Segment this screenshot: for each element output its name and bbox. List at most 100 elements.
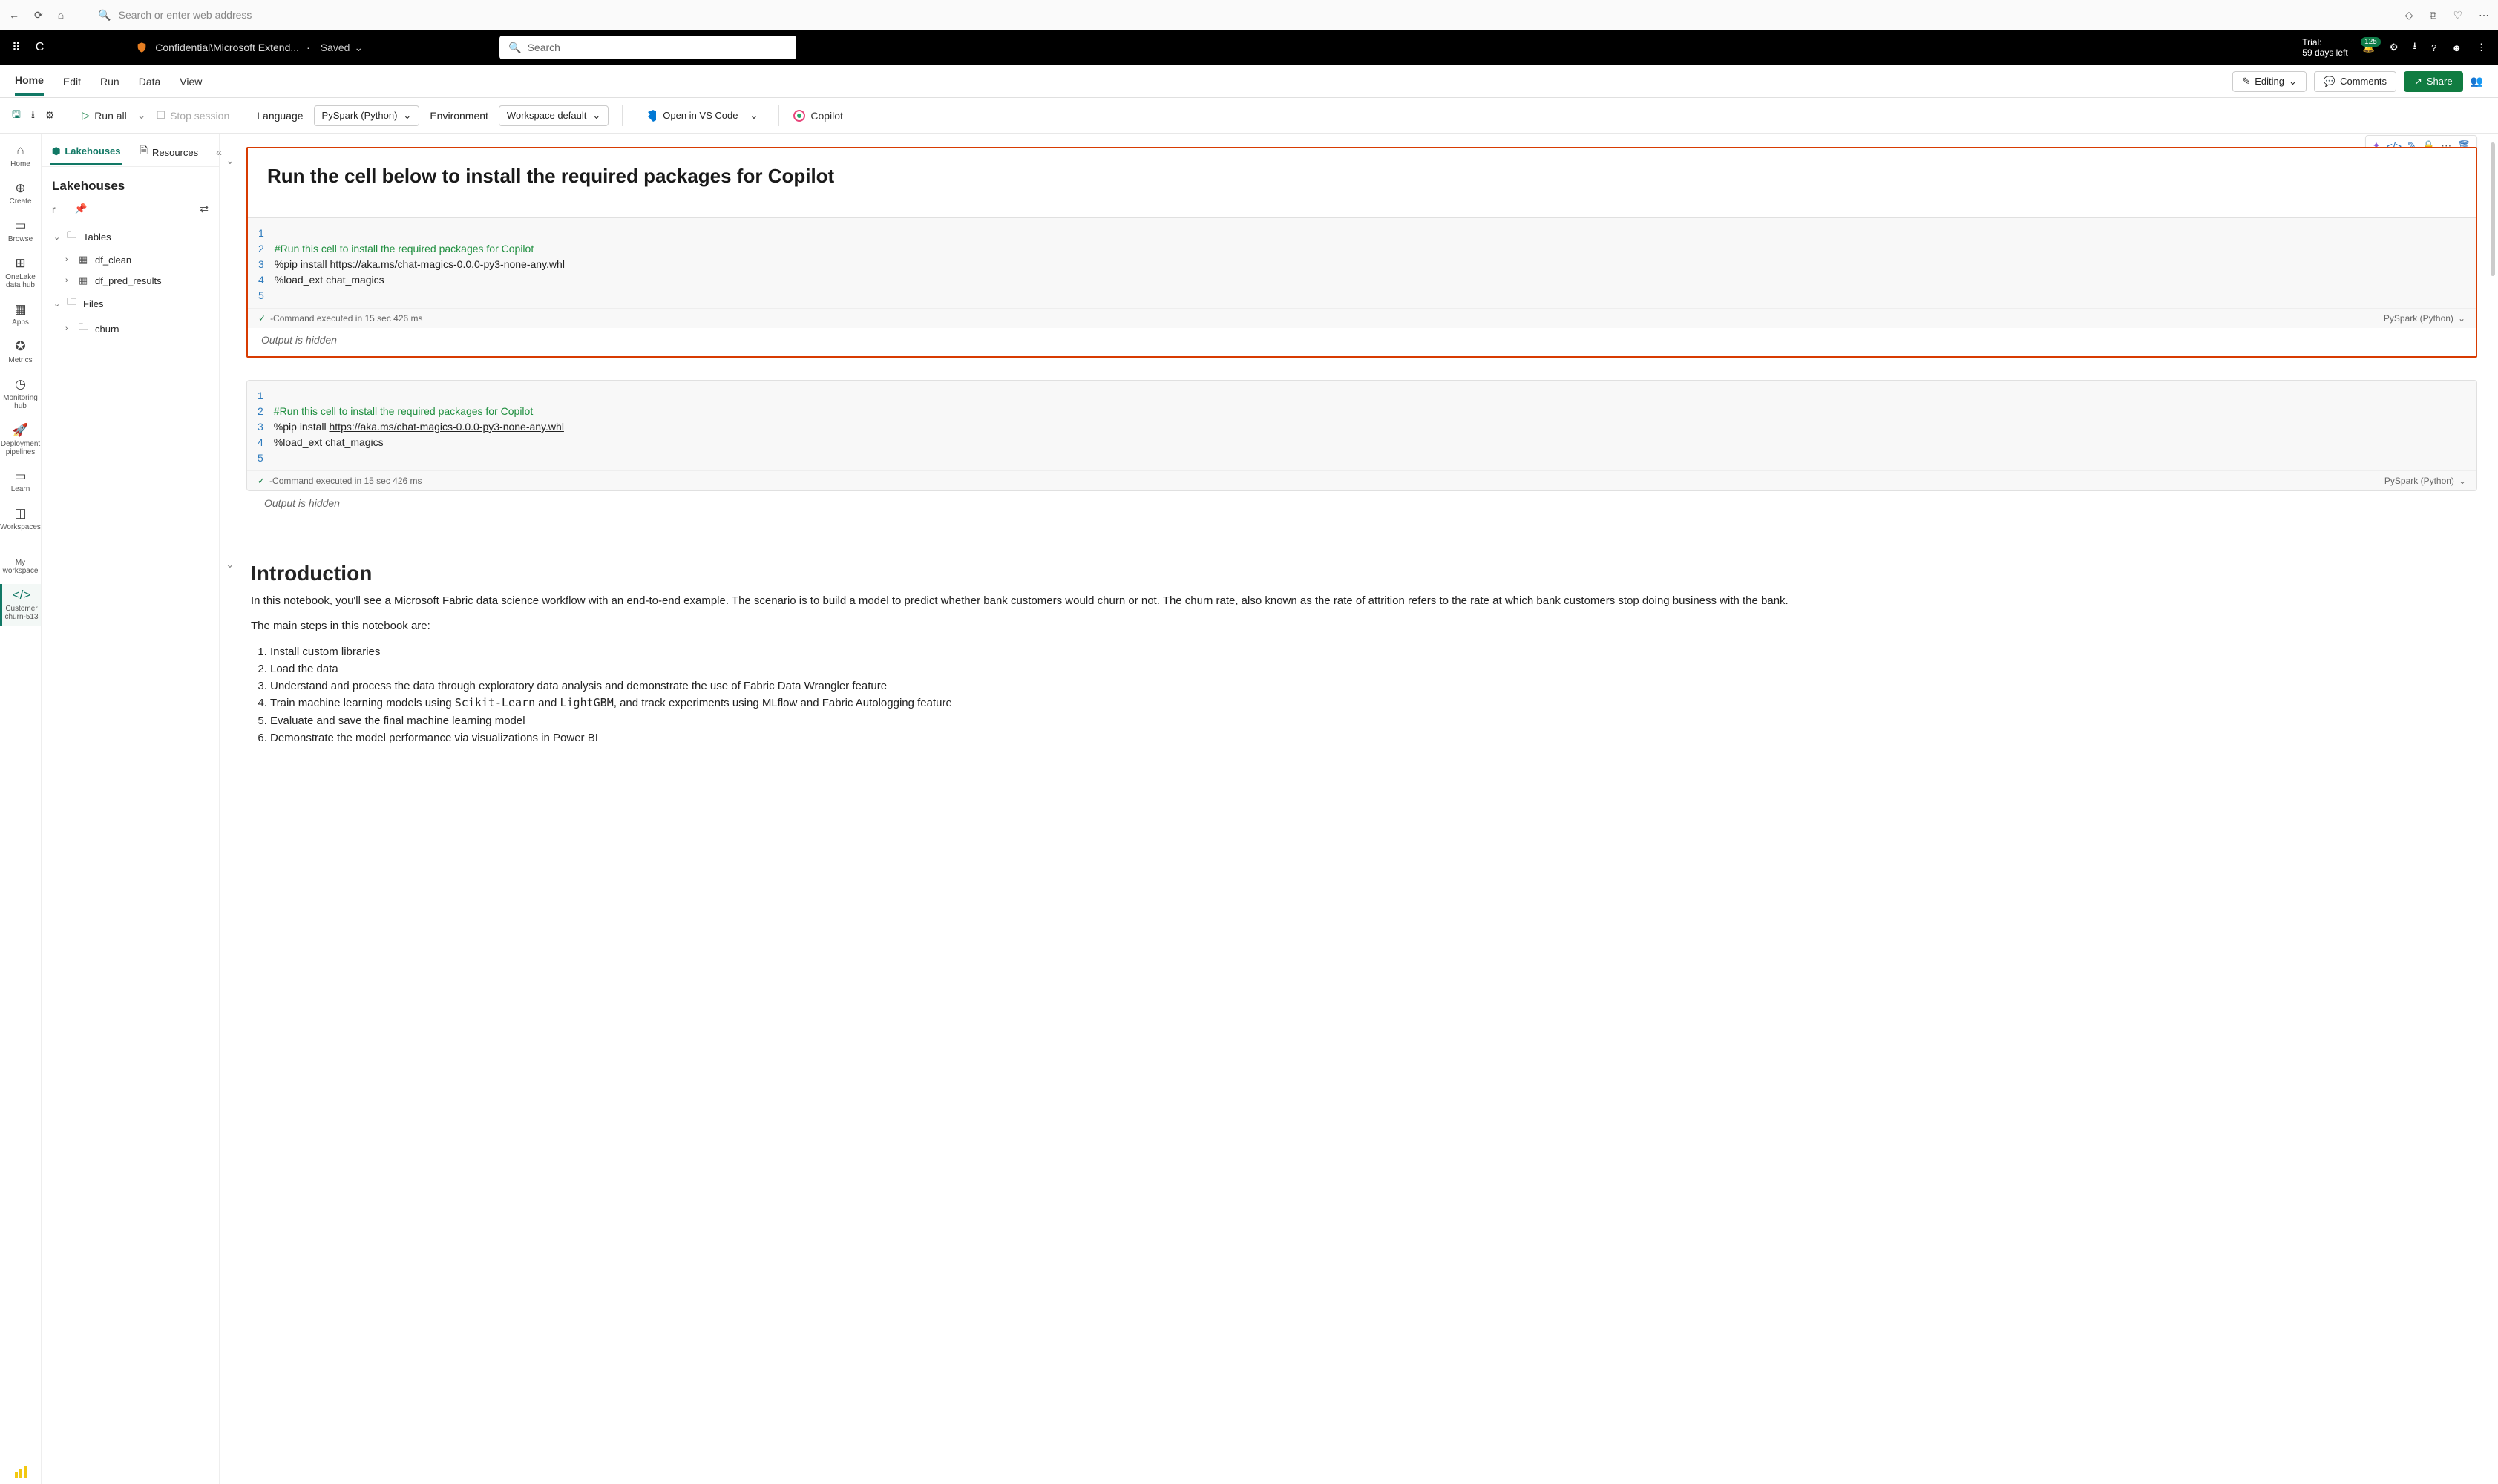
tab-view[interactable]: View: [180, 68, 202, 95]
back-icon[interactable]: ←: [9, 9, 19, 21]
open-vscode-button[interactable]: Open in VS Code ⌄: [636, 105, 765, 126]
chevron-down-icon: ⌄: [592, 110, 600, 122]
split-icon[interactable]: ⧉: [2429, 9, 2436, 22]
rail-deployment[interactable]: 🚀Deployment pipelines: [0, 419, 42, 461]
refresh-icon[interactable]: ⟳: [34, 9, 43, 22]
sidepanel-tab-resources[interactable]: 🗎 Resources: [139, 138, 200, 166]
tree-files-folder[interactable]: ⌄ 🗀 Files: [47, 291, 213, 316]
search-icon: 🔍: [508, 42, 521, 54]
rail-my-workspace[interactable]: My workspace: [0, 554, 41, 580]
code-content[interactable]: #Run this cell to install the required p…: [275, 226, 565, 303]
download-icon[interactable]: ⭳: [2413, 39, 2417, 56]
tree-table-df-pred[interactable]: › ▦ df_pred_results: [47, 270, 213, 291]
stop-icon: ☐: [157, 109, 166, 122]
address-input[interactable]: Search or enter web address: [119, 9, 252, 21]
save-icon[interactable]: 🖫: [12, 107, 21, 125]
feedback-icon[interactable]: ☻: [2451, 42, 2462, 53]
rail-create[interactable]: ⊕Create: [7, 177, 33, 211]
notebook-canvas: ✦ </> ✎ 🔒 ⋯ 🗑 ⌄ Run the cell below to in…: [220, 134, 2498, 1484]
rail-workspaces[interactable]: ◫Workspaces: [0, 502, 42, 536]
app-launcher-icon[interactable]: ⠿: [12, 40, 21, 55]
language-dropdown[interactable]: PySpark (Python) ⌄: [314, 105, 420, 126]
presence-icon[interactable]: 👥: [2471, 75, 2483, 88]
more-icon[interactable]: ⋯: [2479, 9, 2489, 22]
search-icon: 🔍: [98, 9, 111, 22]
code-cell-1[interactable]: 12345 #Run this cell to install the requ…: [248, 217, 2476, 356]
markdown-cell-highlighted[interactable]: Run the cell below to install the requir…: [246, 147, 2477, 358]
output-hidden-label[interactable]: Output is hidden: [248, 328, 2476, 356]
chevron-down-icon: ⌄: [53, 299, 62, 309]
intro-heading: Introduction: [251, 562, 2473, 585]
comments-button[interactable]: 💬 Comments: [2314, 71, 2396, 92]
rail-browse[interactable]: ▭Browse: [7, 214, 34, 248]
swap-icon[interactable]: ⇄: [200, 203, 209, 215]
rail-metrics[interactable]: ✪Metrics: [7, 335, 33, 369]
lakehouse-icon: ⬢: [52, 145, 60, 157]
rail-apps[interactable]: ▦Apps: [10, 298, 30, 332]
comment-icon: 💬: [2324, 76, 2335, 88]
line-gutter: 12345: [258, 388, 274, 466]
browser-chrome: ← ⟳ ⌂ 🔍 Search or enter web address ◇ ⧉ …: [0, 0, 2498, 30]
chevron-down-icon: ⌄: [2459, 476, 2466, 486]
extension-icon[interactable]: ◇: [2405, 9, 2413, 22]
tree-folder-churn[interactable]: › 🗀 churn: [47, 316, 213, 341]
copilot-button[interactable]: Copilot: [793, 109, 843, 122]
apps-icon: ▦: [14, 303, 26, 317]
chevron-down-icon[interactable]: ⌄: [137, 109, 146, 122]
settings-icon[interactable]: ⚙: [45, 109, 55, 122]
download-icon[interactable]: ⭳: [31, 107, 35, 125]
environment-label: Environment: [430, 110, 488, 122]
scrollbar[interactable]: [2491, 142, 2495, 276]
home-icon: ⌂: [16, 144, 24, 158]
tab-data[interactable]: Data: [139, 68, 161, 95]
help-icon[interactable]: ?: [2431, 42, 2436, 53]
settings-icon[interactable]: ⚙: [2390, 42, 2399, 53]
share-icon: ↗: [2414, 76, 2422, 88]
editing-mode-dropdown[interactable]: ✎ Editing ⌄: [2232, 71, 2307, 92]
table-icon: ▦: [79, 275, 91, 286]
rail-onelake[interactable]: ⊞OneLake data hub: [0, 252, 41, 294]
tab-home[interactable]: Home: [15, 67, 44, 96]
pin-icon[interactable]: 📌: [74, 203, 87, 215]
folder-icon: 🗀: [67, 295, 79, 312]
monitor-icon: ◷: [15, 378, 26, 392]
output-hidden-label[interactable]: Output is hidden: [246, 491, 2477, 519]
tab-run[interactable]: Run: [100, 68, 119, 95]
lakehouse-panel: ⬢ Lakehouses 🗎 Resources « Lakehouses r …: [42, 134, 220, 1484]
profile-icon[interactable]: ⋮: [2476, 42, 2486, 53]
tree-tables-folder[interactable]: ⌄ 🗀 Tables: [47, 224, 213, 249]
chevron-down-icon: ⌄: [354, 42, 363, 54]
home-icon[interactable]: ⌂: [58, 9, 64, 21]
run-all-button[interactable]: ▷ Run all: [82, 109, 126, 122]
notifications-icon[interactable]: 🔔125: [2363, 42, 2375, 53]
code-content[interactable]: #Run this cell to install the required p…: [274, 388, 564, 466]
app-letter: C: [36, 41, 45, 54]
markdown-cell-intro[interactable]: Introduction In this notebook, you'll se…: [246, 562, 2477, 746]
rail-active-notebook[interactable]: </>Customer churn-513: [0, 584, 41, 626]
stop-session-button[interactable]: ☐ Stop session: [157, 109, 230, 122]
whl-link[interactable]: https://aka.ms/chat-magics-0.0.0-py3-non…: [330, 258, 565, 270]
sidepanel-tab-lakehouses[interactable]: ⬢ Lakehouses: [50, 139, 122, 165]
tab-edit[interactable]: Edit: [63, 68, 81, 95]
fabric-header: ⠿ C Confidential\Microsoft Extend... · S…: [0, 30, 2498, 65]
favorites-icon[interactable]: ♡: [2453, 9, 2462, 22]
environment-dropdown[interactable]: Workspace default ⌄: [499, 105, 609, 126]
global-search[interactable]: 🔍 Search: [499, 36, 796, 59]
kernel-selector[interactable]: PySpark (Python)⌄: [2384, 313, 2465, 324]
rail-home[interactable]: ⌂Home: [9, 139, 32, 173]
tree-table-df-clean[interactable]: › ▦ df_clean: [47, 249, 213, 270]
filter-input[interactable]: r: [52, 203, 67, 215]
rail-monitoring[interactable]: ◷Monitoring hub: [0, 373, 41, 415]
file-icon: 🗎: [140, 144, 148, 160]
save-status[interactable]: Saved ⌄: [321, 42, 363, 54]
rail-learn[interactable]: ▭Learn: [10, 465, 32, 499]
code-cell-2[interactable]: 12345 #Run this cell to install the requ…: [246, 380, 2477, 491]
collapse-cell-icon[interactable]: ⌄: [226, 558, 235, 570]
kernel-selector[interactable]: PySpark (Python)⌄: [2384, 476, 2466, 486]
powerbi-icon[interactable]: [13, 1465, 28, 1484]
share-button[interactable]: ↗ Share: [2404, 71, 2463, 92]
breadcrumb-path[interactable]: Confidential\Microsoft Extend...: [155, 42, 299, 53]
whl-link[interactable]: https://aka.ms/chat-magics-0.0.0-py3-non…: [330, 421, 564, 433]
chevron-right-icon: ›: [65, 276, 74, 285]
collapse-cell-icon[interactable]: ⌄: [226, 154, 235, 167]
